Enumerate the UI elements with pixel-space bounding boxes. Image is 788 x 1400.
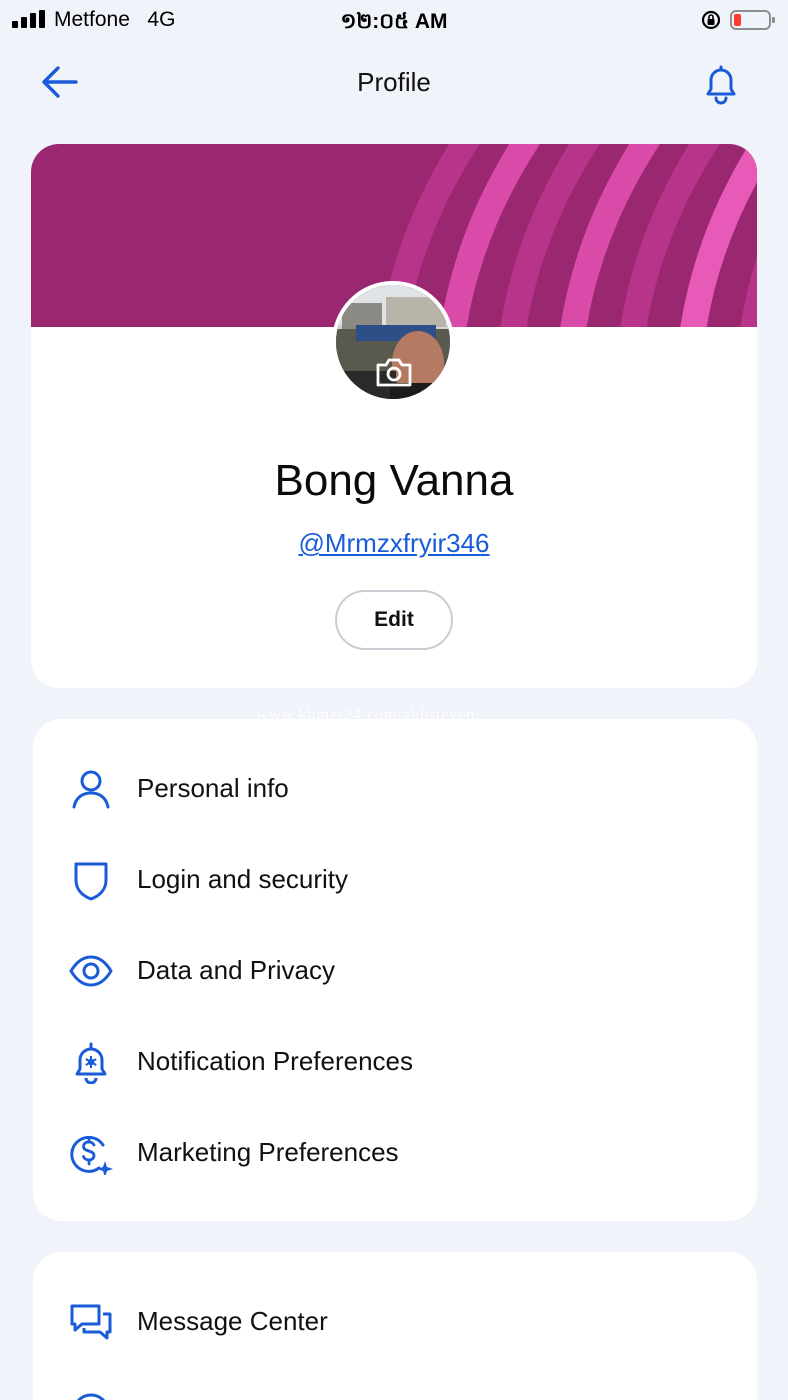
notifications-button[interactable] xyxy=(696,58,746,108)
rotation-lock-icon xyxy=(701,10,721,30)
menu-item-data-privacy[interactable]: Data and Privacy xyxy=(33,929,757,1009)
dollar-sparkle-icon xyxy=(70,1135,113,1175)
menu-item-label: Notification Preferences xyxy=(137,1046,414,1076)
menu-item-message-center[interactable]: Message Center xyxy=(33,1280,757,1360)
avatar[interactable] xyxy=(332,281,454,403)
support-card: Message Center xyxy=(33,1252,757,1400)
menu-item-login-security[interactable]: Login and security xyxy=(33,838,757,918)
account-settings-card: Personal info Login and security Data an… xyxy=(33,719,757,1221)
menu-item-label: Data and Privacy xyxy=(137,955,335,985)
profile-card: Bong Vanna @Mrmzxfryir346 Edit xyxy=(31,144,757,688)
menu-item-label: Marketing Preferences xyxy=(137,1137,399,1167)
person-icon xyxy=(72,770,110,809)
arrow-left-icon xyxy=(42,66,78,98)
chat-bubbles-icon xyxy=(70,1304,112,1340)
bell-icon xyxy=(706,65,736,105)
battery-icon xyxy=(730,10,775,30)
menu-item-label: Personal info xyxy=(137,773,289,803)
menu-item-label: Login and security xyxy=(137,864,349,894)
menu-item-label: Message Center xyxy=(137,1306,328,1336)
help-circle-icon xyxy=(76,1393,106,1400)
username-link[interactable]: @Mrmzxfryir346 xyxy=(31,528,757,559)
edit-profile-button[interactable]: Edit xyxy=(335,590,453,650)
profile-name: Bong Vanna xyxy=(274,456,514,505)
bell-gear-icon xyxy=(75,1042,107,1084)
header: Profile xyxy=(0,50,788,114)
page-title: Profile xyxy=(357,67,431,97)
status-time: ១២:០៥ AM xyxy=(340,10,448,33)
back-button[interactable] xyxy=(34,60,86,104)
eye-icon xyxy=(69,955,113,987)
status-bar: Metfone 4G ១២:០៥ AM xyxy=(0,0,788,40)
menu-item-notification-preferences[interactable]: Notification Preferences xyxy=(33,1020,757,1100)
menu-item-personal-info[interactable]: Personal info xyxy=(33,747,757,827)
camera-icon xyxy=(376,358,412,387)
menu-item-marketing-preferences[interactable]: Marketing Preferences xyxy=(33,1111,757,1191)
menu-item-next[interactable] xyxy=(33,1370,757,1400)
shield-icon xyxy=(74,862,108,901)
